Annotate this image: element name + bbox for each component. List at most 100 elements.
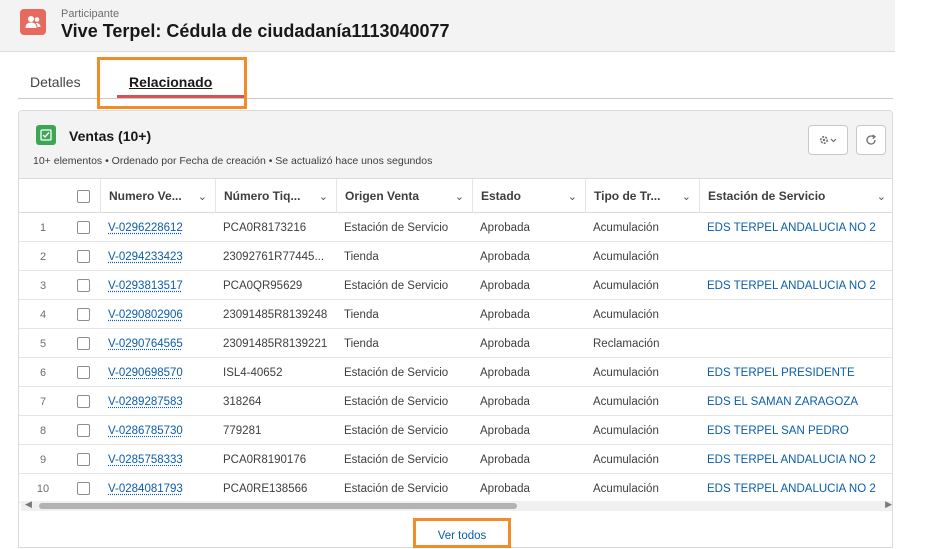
chevron-down-icon[interactable]: ⌄ — [198, 190, 207, 203]
row-select[interactable] — [67, 416, 100, 445]
table-row: 8 V-0286785730 779281 Estación de Servicio A… — [19, 416, 892, 445]
numero-venta-link-text[interactable]: V-0296228612 — [108, 222, 183, 234]
estado-cell-text: Aprobada — [480, 221, 530, 234]
scroll-left-icon[interactable]: ◀ — [25, 499, 32, 510]
origen-venta-cell: Tienda — [336, 329, 472, 358]
chevron-down-icon[interactable]: ⌄ — [877, 190, 886, 203]
column-header-numero-venta[interactable]: Numero Ve... ⌄ — [100, 179, 215, 213]
select-all-checkbox[interactable] — [77, 189, 90, 203]
row-select[interactable] — [67, 387, 100, 416]
numero-venta-link-text[interactable]: V-0285758333 — [108, 454, 183, 466]
numero-venta-link-text[interactable]: V-0290764565 — [108, 338, 183, 350]
estado-cell-text: Aprobada — [480, 366, 530, 379]
related-list-title[interactable]: Ventas (10+) — [69, 128, 151, 144]
estacion-servicio-link-text[interactable]: EDS TERPEL ANDALUCIA NO 2 — [707, 280, 876, 292]
row-checkbox[interactable] — [77, 395, 90, 408]
numero-venta-link-text[interactable]: V-0290802906 — [108, 309, 183, 321]
origen-venta-cell-text: Estación de Servicio — [344, 482, 449, 495]
numero-venta-link: V-0289287583 — [100, 387, 215, 416]
estacion-servicio-link: EDS EL SAMAN ZARAGOZA — [699, 387, 892, 416]
chevron-down-icon[interactable]: ⌄ — [568, 190, 577, 203]
scroll-right-icon[interactable]: ▶ — [885, 499, 892, 510]
estado-cell: Aprobada — [472, 445, 585, 474]
column-header-numero-tiquete[interactable]: Número Tiq... ⌄ — [215, 179, 336, 213]
numero-tiquete-cell: ISL4-40652 — [215, 358, 336, 387]
numero-tiquete-cell: PCA0R8190176 — [215, 445, 336, 474]
refresh-button[interactable] — [856, 125, 886, 155]
row-select[interactable] — [67, 271, 100, 300]
tipo-transaccion-cell-text: Acumulación — [593, 395, 659, 408]
origen-venta-cell: Estación de Servicio — [336, 387, 472, 416]
row-select[interactable] — [67, 474, 100, 503]
numero-tiquete-cell-text: PCA0R8173216 — [223, 221, 307, 234]
estacion-servicio-link-text[interactable]: EDS TERPEL ANDALUCIA NO 2 — [707, 222, 876, 234]
numero-venta-link-text[interactable]: V-0293813517 — [108, 280, 183, 292]
column-header-tipo-transaccion[interactable]: Tipo de Tr... ⌄ — [585, 179, 699, 213]
row-checkbox[interactable] — [77, 366, 90, 379]
row-checkbox[interactable] — [77, 453, 90, 466]
row-checkbox[interactable] — [77, 221, 90, 234]
column-header-estado[interactable]: Estado ⌄ — [472, 179, 585, 213]
row-checkbox[interactable] — [77, 337, 90, 350]
numero-venta-link: V-0296228612 — [100, 213, 215, 242]
horizontal-scrollbar[interactable]: ◀ ▶ — [21, 499, 892, 511]
numero-venta-link-text[interactable]: V-0286785730 — [108, 425, 183, 437]
row-select[interactable] — [67, 300, 100, 329]
tipo-transaccion-cell: Acumulación — [585, 242, 699, 271]
numero-tiquete-cell-text: 318264 — [223, 395, 262, 408]
estacion-servicio-link — [699, 329, 892, 358]
tipo-transaccion-cell-text: Reclamación — [593, 337, 660, 350]
tipo-transaccion-cell-text: Acumulación — [593, 424, 659, 437]
scrollbar-thumb[interactable] — [39, 503, 517, 509]
estacion-servicio-link-text[interactable]: EDS TERPEL PRESIDENTE — [707, 367, 855, 379]
column-header-estacion-servicio[interactable]: Estación de Servicio ⌄ — [699, 179, 892, 213]
estado-cell-text: Aprobada — [480, 308, 530, 321]
numero-venta-link: V-0290802906 — [100, 300, 215, 329]
list-settings-button[interactable] — [808, 125, 848, 155]
estacion-servicio-link-text[interactable]: EDS TERPEL SAN PEDRO — [707, 425, 849, 437]
table-row: 9 V-0285758333 PCA0R8190176 Estación de Ser… — [19, 445, 892, 474]
numero-venta-link-text[interactable]: V-0289287583 — [108, 396, 183, 408]
tab-highlight-box — [97, 57, 247, 109]
tipo-transaccion-cell-text: Acumulación — [593, 279, 659, 292]
estacion-servicio-link-text[interactable]: EDS EL SAMAN ZARAGOZA — [707, 396, 858, 408]
origen-venta-cell: Estación de Servicio — [336, 445, 472, 474]
origen-venta-cell: Estación de Servicio — [336, 271, 472, 300]
select-all-header[interactable] — [67, 179, 100, 213]
numero-venta-link-text[interactable]: V-0290698570 — [108, 367, 183, 379]
estacion-servicio-link: EDS TERPEL ANDALUCIA NO 2 — [699, 445, 892, 474]
estacion-servicio-link-text[interactable]: EDS TERPEL ANDALUCIA NO 2 — [707, 483, 876, 495]
row-checkbox[interactable] — [77, 308, 90, 321]
numero-venta-link: V-0285758333 — [100, 445, 215, 474]
table-row: 1 V-0296228612 PCA0R8173216 Estación de Ser… — [19, 213, 892, 242]
numero-venta-link-text[interactable]: V-0284081793 — [108, 483, 183, 495]
chevron-down-icon[interactable]: ⌄ — [455, 190, 464, 203]
chevron-down-icon[interactable]: ⌄ — [319, 190, 328, 203]
record-type-label: Participante — [61, 8, 120, 20]
chevron-down-icon[interactable]: ⌄ — [682, 190, 691, 203]
row-select[interactable] — [67, 445, 100, 474]
origen-venta-cell-text: Estación de Servicio — [344, 221, 449, 234]
origen-venta-cell-text: Tienda — [344, 308, 379, 321]
row-select[interactable] — [67, 329, 100, 358]
numero-venta-link: V-0284081793 — [100, 474, 215, 503]
estado-cell: Aprobada — [472, 213, 585, 242]
row-checkbox[interactable] — [77, 482, 90, 495]
row-select[interactable] — [67, 358, 100, 387]
numero-tiquete-cell: 23091485R8139221 — [215, 329, 336, 358]
numero-venta-link-text[interactable]: V-0294233423 — [108, 251, 183, 263]
column-header-origen-venta[interactable]: Origen Venta ⌄ — [336, 179, 472, 213]
row-checkbox[interactable] — [77, 279, 90, 292]
tab-detalles[interactable]: Detalles — [30, 74, 81, 90]
estacion-servicio-link-text[interactable]: EDS TERPEL ANDALUCIA NO 2 — [707, 454, 876, 466]
origen-venta-cell-text: Tienda — [344, 250, 379, 263]
estado-cell-text: Aprobada — [480, 395, 530, 408]
estado-cell: Aprobada — [472, 358, 585, 387]
column-label: Estado — [481, 189, 522, 203]
related-list-header: Ventas (10+) 10+ elementos • Ordenado po… — [19, 111, 892, 179]
row-checkbox[interactable] — [77, 424, 90, 437]
origen-venta-cell: Estación de Servicio — [336, 358, 472, 387]
row-select[interactable] — [67, 242, 100, 271]
row-checkbox[interactable] — [77, 250, 90, 263]
row-select[interactable] — [67, 213, 100, 242]
